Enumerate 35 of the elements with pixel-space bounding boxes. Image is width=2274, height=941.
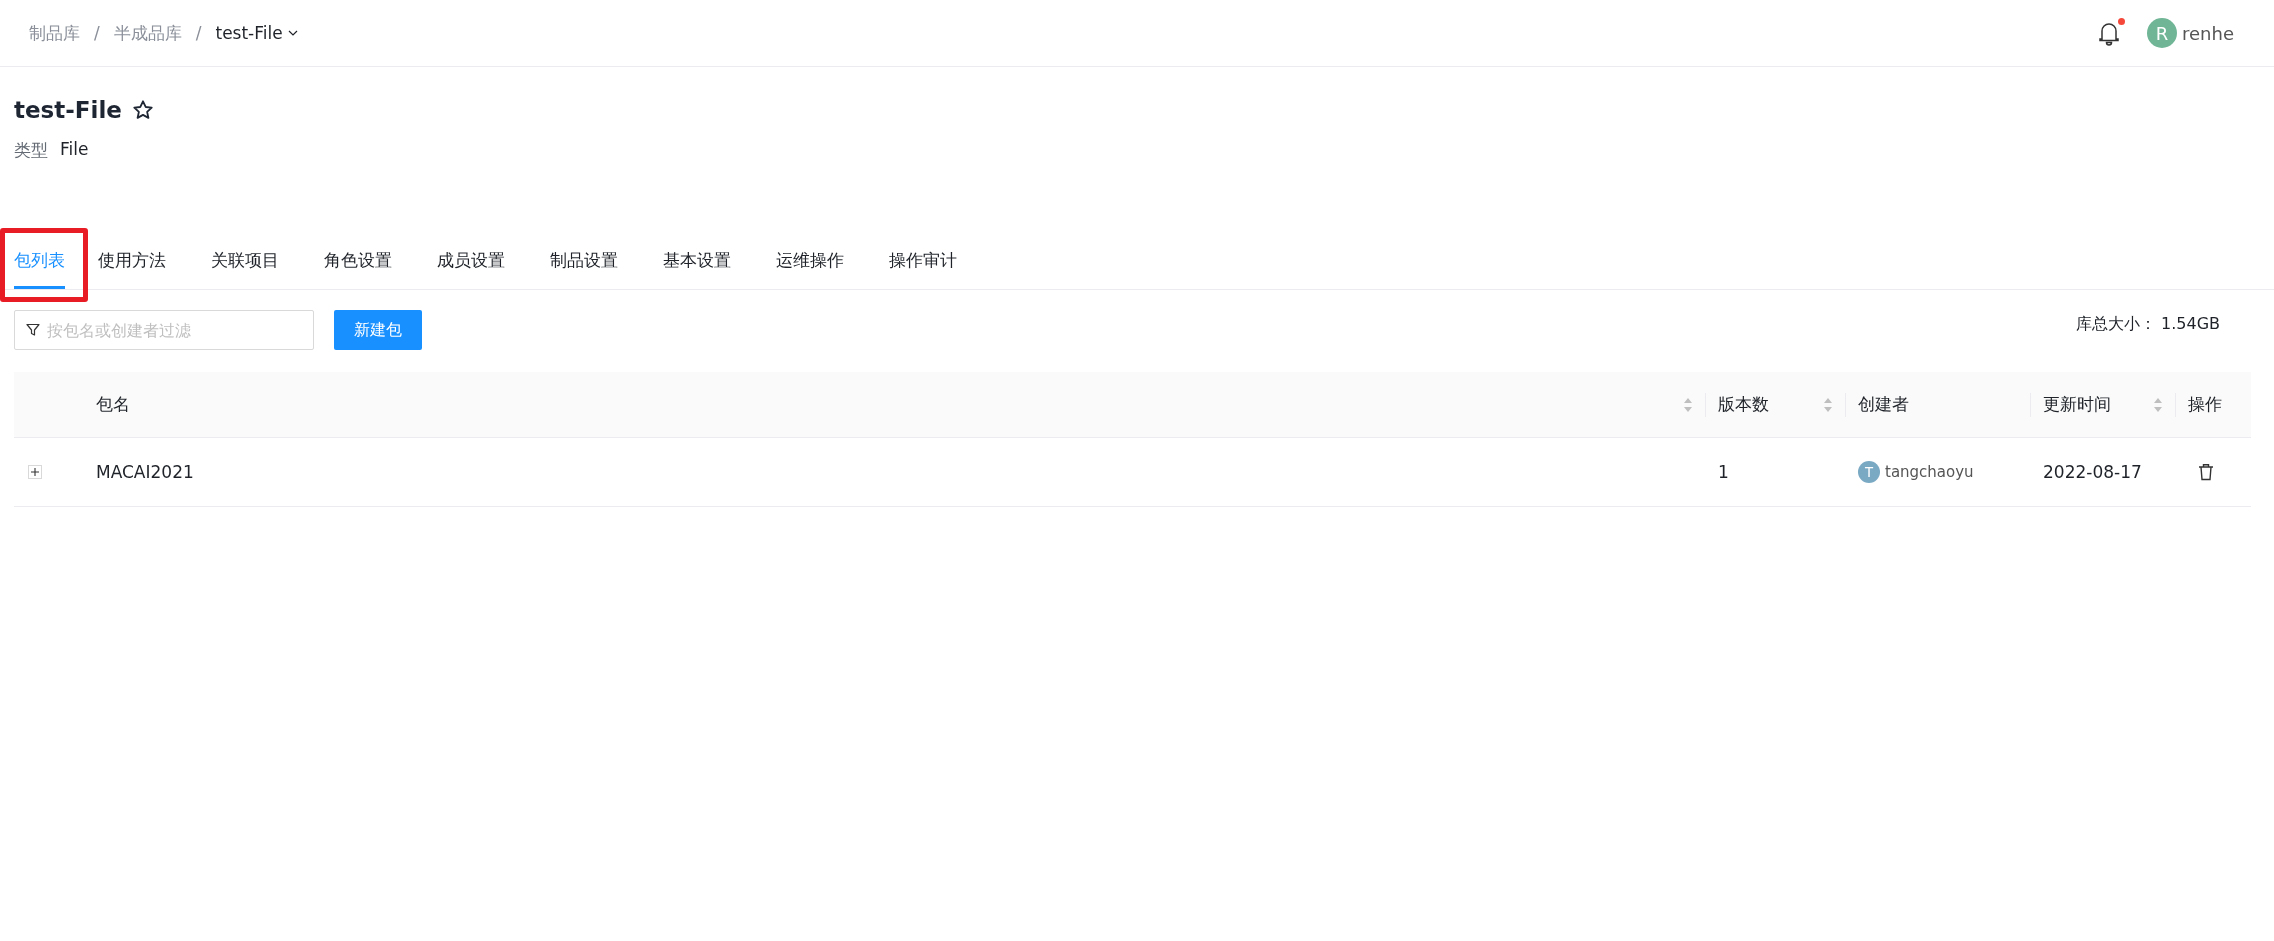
column-header: 更新时间 — [2043, 393, 2111, 416]
star-icon[interactable] — [131, 99, 154, 121]
column-header: 创建者 — [1858, 393, 1909, 416]
breadcrumb-separator: / — [195, 23, 202, 43]
table-cell-text: 1 — [1717, 462, 1730, 482]
delete-icon[interactable] — [2198, 463, 2214, 481]
sort-icon[interactable] — [1823, 396, 1833, 413]
tab[interactable]: 成员设置 — [437, 233, 505, 289]
breadcrumb-separator: / — [94, 23, 100, 43]
page-title: test-File — [14, 97, 122, 123]
tab[interactable]: 运维操作 — [776, 233, 844, 289]
chevron-down-icon — [287, 30, 298, 36]
column-header: 操作 — [2188, 393, 2222, 416]
tab[interactable]: 基本设置 — [663, 233, 731, 289]
sort-icon[interactable] — [1683, 396, 1693, 413]
filter-field[interactable]: 按包名或创建者过滤 — [14, 310, 314, 350]
column-header: 版本数 — [1718, 393, 1769, 416]
sort-icon[interactable] — [2153, 396, 2163, 413]
column-header: 包名 — [96, 393, 130, 416]
table-cell-text: MACAI2021 — [95, 462, 195, 482]
creator-avatar: T — [1858, 461, 1880, 483]
breadcrumb-item[interactable]: test-File — [215, 23, 298, 43]
creator-name: tangchaoyu — [1885, 463, 1974, 481]
tab[interactable]: 操作审计 — [889, 233, 957, 289]
total-size: 库总大小： 1.54GB — [2075, 314, 2220, 335]
tab[interactable]: 制品设置 — [550, 233, 618, 289]
filter-icon — [26, 323, 40, 337]
tab[interactable]: 使用方法 — [98, 233, 166, 289]
type-label: 类型 — [14, 139, 48, 162]
expand-button[interactable] — [28, 465, 42, 479]
tab[interactable]: 关联项目 — [211, 233, 279, 289]
tab[interactable]: 角色设置 — [324, 233, 392, 289]
user-name[interactable]: renhe — [2182, 22, 2234, 44]
table-cell-text: 2022-08-17 — [2042, 462, 2143, 482]
type-value: File — [60, 139, 89, 161]
